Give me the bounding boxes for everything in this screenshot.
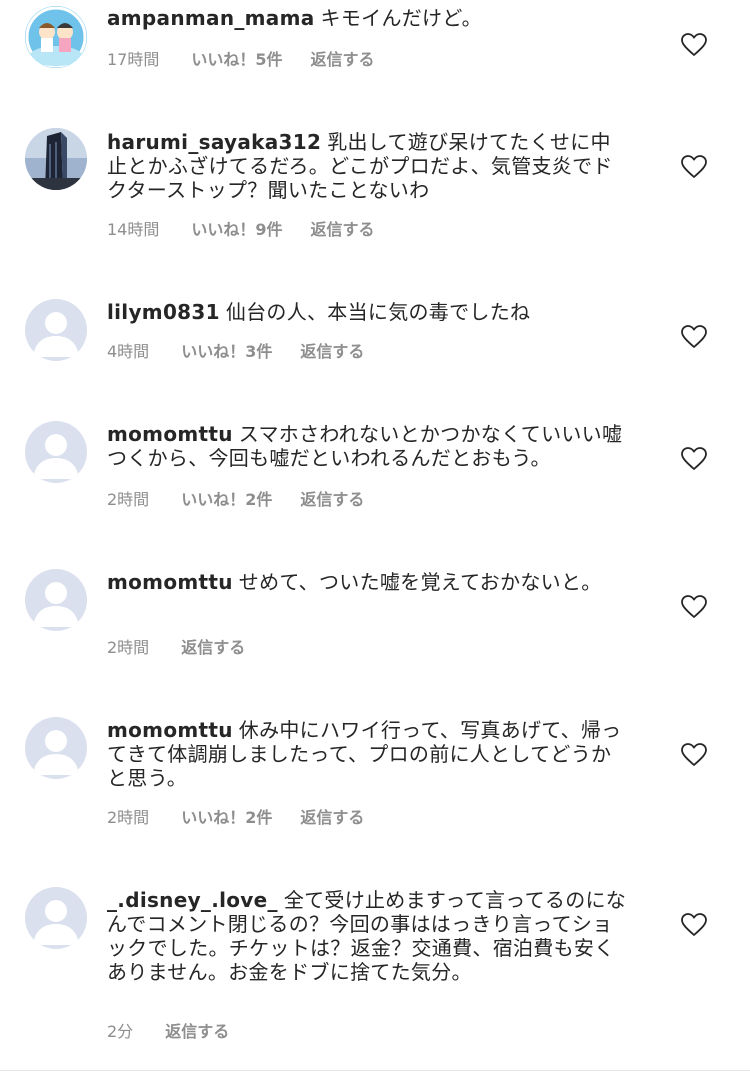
comment-likes[interactable]: いいね！9件: [191, 220, 282, 240]
avatar[interactable]: [25, 717, 87, 779]
heart-outline-icon[interactable]: [681, 913, 707, 937]
comment-likes[interactable]: いいね！2件: [181, 490, 272, 510]
comment-time: 2時間: [107, 638, 150, 657]
divider: [0, 1070, 750, 1071]
comment-time: 2時間: [107, 808, 150, 827]
comment-username[interactable]: momomttu: [107, 422, 233, 446]
avatar-photo-building: [25, 128, 87, 190]
comment-body: momomttu 休み中にハワイ行って、写真あげて、帰ってきて体調崩しましたって、…: [107, 718, 629, 790]
heart-outline-icon[interactable]: [681, 33, 707, 57]
comment-text: せめて、ついた嘘を覚えておかないと。: [238, 570, 602, 594]
avatar[interactable]: [25, 421, 87, 483]
comment-body: momomttu スマホさわれないとかつかなくていいい嘘つくから、今回も嘘だといわ…: [107, 422, 629, 470]
comment-username[interactable]: lilym0831: [107, 300, 220, 324]
avatar[interactable]: [25, 569, 87, 631]
comment-body: lilym0831 仙台の人、本当に気の毒でしたね: [107, 300, 629, 324]
reply-button[interactable]: 返信する: [300, 808, 364, 828]
comment-meta: 2時間 返信する: [107, 638, 273, 658]
user-silhouette-icon: [25, 717, 87, 779]
heart-outline-icon[interactable]: [681, 447, 707, 471]
reply-button[interactable]: 返信する: [311, 50, 375, 70]
avatar[interactable]: [25, 128, 87, 190]
avatar-photo-cartoon: [25, 6, 87, 68]
comment-body: harumi_sayaka312 乳出して遊び呆けてたくせに中止とかふざけてるだろ…: [107, 130, 629, 202]
comment-meta: 2時間 いいね！2件 返信する: [107, 490, 392, 510]
heart-outline-icon[interactable]: [681, 595, 707, 619]
heart-outline-icon[interactable]: [681, 155, 707, 179]
heart-outline-icon[interactable]: [681, 743, 707, 767]
comment-text: 仙台の人、本当に気の毒でしたね: [225, 300, 531, 324]
comment-username[interactable]: momomttu: [107, 570, 233, 594]
comment-time: 2分: [107, 1022, 134, 1041]
comment-username[interactable]: _.disney_.love_: [107, 888, 278, 912]
comment-time: 17時間: [107, 50, 160, 69]
avatar[interactable]: [25, 299, 87, 361]
comment-username[interactable]: harumi_sayaka312: [107, 130, 321, 154]
comment-body: momomttu せめて、ついた嘘を覚えておかないと。: [107, 570, 629, 594]
reply-button[interactable]: 返信する: [300, 490, 364, 510]
avatar[interactable]: [25, 887, 87, 949]
comment-likes[interactable]: いいね！3件: [181, 342, 272, 362]
user-silhouette-icon: [25, 887, 87, 949]
user-silhouette-icon: [25, 299, 87, 361]
heart-outline-icon[interactable]: [681, 325, 707, 349]
reply-button[interactable]: 返信する: [311, 220, 375, 240]
comment-likes[interactable]: いいね！5件: [191, 50, 282, 70]
comment-likes[interactable]: いいね！2件: [181, 808, 272, 828]
comment-text: キモイんだけど。: [320, 6, 482, 30]
reply-button[interactable]: 返信する: [165, 1022, 229, 1042]
comment-username[interactable]: momomttu: [107, 718, 233, 742]
avatar[interactable]: [25, 6, 87, 68]
comment-body: _.disney_.love_ 全て受け止めますって言ってるのになんでコメント閉じ…: [107, 888, 629, 984]
user-silhouette-icon: [25, 569, 87, 631]
comment-time: 4時間: [107, 342, 150, 361]
reply-button[interactable]: 返信する: [181, 638, 245, 658]
reply-button[interactable]: 返信する: [300, 342, 364, 362]
comment-meta: 14時間 いいね！9件 返信する: [107, 220, 403, 240]
comment-time: 14時間: [107, 220, 160, 239]
comment-username[interactable]: ampanman_mama: [107, 6, 315, 30]
comment-meta: 4時間 いいね！3件 返信する: [107, 342, 392, 362]
comment-time: 2時間: [107, 490, 150, 509]
user-silhouette-icon: [25, 421, 87, 483]
comment-meta: 17時間 いいね！5件 返信する: [107, 50, 403, 70]
comment-body: ampanman_mama キモイんだけど。: [107, 6, 629, 30]
comment-meta: 2時間 いいね！2件 返信する: [107, 808, 392, 828]
comment-meta: 2分 返信する: [107, 1022, 257, 1042]
